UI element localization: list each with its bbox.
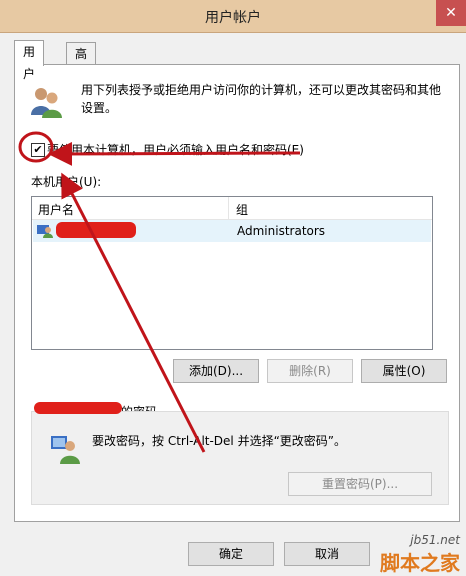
properties-button[interactable]: 属性(O) (361, 359, 447, 383)
tab-advanced[interactable]: 高级 (66, 42, 97, 83)
reset-password-button[interactable]: 重置密码(P)... (288, 472, 432, 496)
password-section: 要改密码，按 Ctrl-Alt-Del 并选择“更改密码”。 重置密码(P)..… (31, 411, 449, 505)
list-header: 用户名 组 (32, 197, 432, 220)
local-users-label: 本机用户(U): (31, 175, 102, 189)
column-divider[interactable] (228, 197, 229, 219)
title-bar: 用户帐户 ✕ (0, 0, 466, 33)
ok-button[interactable]: 确定 (188, 542, 274, 566)
close-icon[interactable]: ✕ (436, 0, 466, 26)
user-row-icon (37, 225, 53, 238)
password-instructions: 要改密码，按 Ctrl-Alt-Del 并选择“更改密码”。 (92, 434, 347, 448)
redaction-mark (34, 402, 122, 414)
password-user-icon (51, 436, 80, 464)
watermark-name: 脚本之家 (380, 551, 460, 575)
row-group: Administrators (237, 224, 326, 238)
cancel-button[interactable]: 取消 (284, 542, 370, 566)
watermark-site: jb51.net (410, 533, 460, 547)
column-group[interactable]: 组 (236, 201, 248, 218)
require-login-checkbox[interactable]: ✔ (31, 143, 45, 157)
column-username[interactable]: 用户名 (38, 201, 74, 218)
tab-users[interactable]: 用户 (14, 40, 45, 81)
description-text: 用下列表授予或拒绝用户访问你的计算机，还可以更改其密码和其他设置。 (81, 83, 442, 115)
users-tab-panel: 用下列表授予或拒绝用户访问你的计算机，还可以更改其密码和其他设置。 ✔ 要使用本… (14, 64, 460, 522)
window-title: 用户帐户 (205, 10, 261, 26)
users-list[interactable]: 用户名 组 Administrators (31, 196, 433, 350)
watermark: jb51.net 脚本之家 (380, 533, 460, 576)
checkmark-icon: ✔ (33, 143, 43, 156)
redaction-mark (56, 222, 136, 238)
add-button[interactable]: 添加(D)... (173, 359, 259, 383)
users-icon (31, 88, 62, 118)
remove-button[interactable]: 删除(R) (267, 359, 353, 383)
require-login-label[interactable]: 要使用本计算机，用户必须输入用户名和密码(E) (47, 141, 304, 158)
